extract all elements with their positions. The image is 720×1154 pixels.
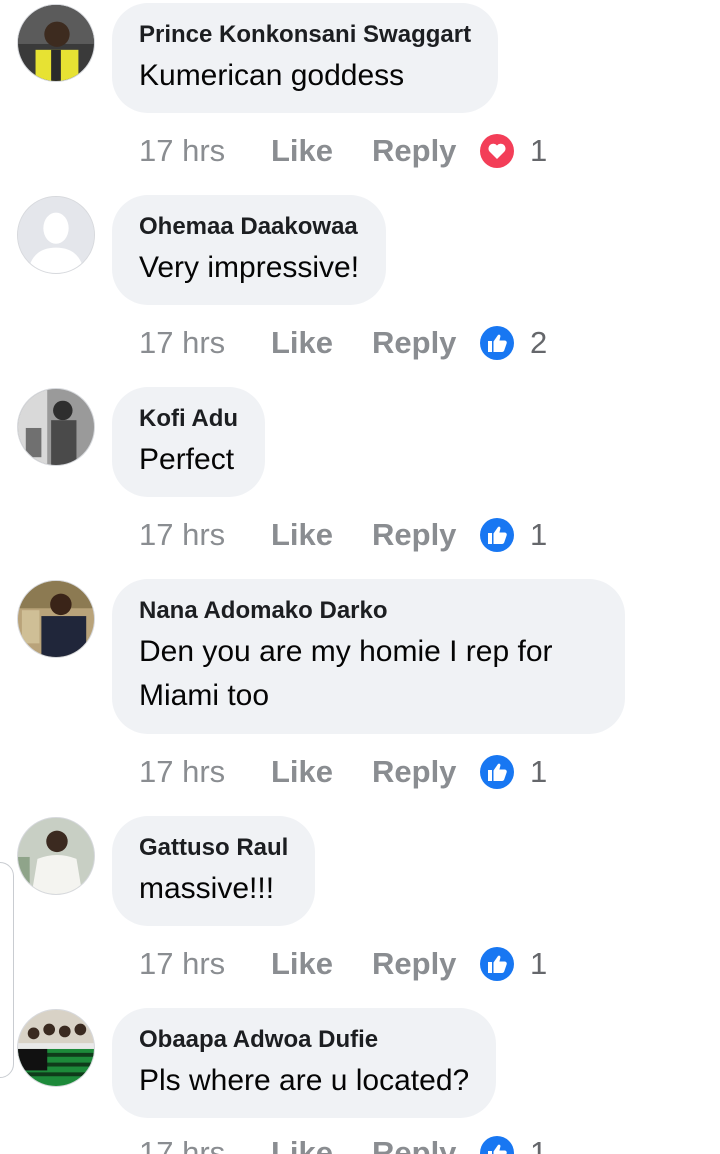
reaction-count[interactable]: 1 — [530, 517, 547, 553]
comment-text: Den you are my homie I rep for Miami too — [139, 635, 553, 712]
love-icon[interactable] — [480, 134, 514, 168]
reply-button[interactable]: Reply — [372, 325, 480, 361]
thumbs-up-icon[interactable] — [480, 947, 514, 981]
reply-button[interactable]: Reply — [372, 946, 480, 982]
like-button[interactable]: Like — [271, 325, 372, 361]
user-photo — [18, 818, 94, 894]
user-photo — [18, 5, 94, 81]
reply-button[interactable]: Reply — [372, 133, 480, 169]
like-button[interactable]: Like — [271, 517, 372, 553]
user-photo — [18, 389, 94, 465]
comment-actions: 17 hrs Like Reply 1 — [139, 752, 547, 792]
comment-time[interactable]: 17 hrs — [139, 517, 271, 553]
comment-bubble: Obaapa Adwoa Dufie Pls where are u locat… — [112, 1008, 497, 1118]
comment-author[interactable]: Prince Konkonsani Swaggart — [139, 20, 471, 50]
comment-bubble: Nana Adomako Darko Den you are my homie … — [112, 579, 625, 734]
like-button[interactable]: Like — [271, 754, 372, 790]
reaction-count[interactable]: 1 — [530, 754, 547, 790]
reaction-count[interactable]: 1 — [530, 1135, 547, 1154]
comment-text: Pls where are u located? — [139, 1064, 470, 1097]
comment-actions: 17 hrs Like Reply 2 — [139, 323, 547, 363]
avatar[interactable] — [17, 817, 95, 895]
comment-actions: 17 hrs Like Reply 1 — [139, 131, 547, 171]
reaction-count[interactable]: 1 — [530, 946, 547, 982]
thumbs-up-icon[interactable] — [480, 326, 514, 360]
comment-bubble: Kofi Adu Perfect — [112, 387, 266, 497]
thumbs-up-icon[interactable] — [480, 1136, 514, 1154]
comment-bubble: Gattuso Raul massive!!! — [112, 816, 316, 926]
comment-bubble: Prince Konkonsani Swaggart Kumerican god… — [112, 3, 499, 113]
user-photo — [18, 581, 94, 657]
comment-text: Kumerican goddess — [139, 59, 405, 92]
comment-time[interactable]: 17 hrs — [139, 325, 271, 361]
comment-actions: 17 hrs Like Reply 1 — [139, 944, 547, 984]
comment-actions: 17 hrs Like Reply 1 — [139, 1133, 547, 1154]
comment-author[interactable]: Gattuso Raul — [139, 833, 288, 863]
comment-bubble: Ohemaa Daakowaa Very impressive! — [112, 195, 387, 305]
comment-time[interactable]: 17 hrs — [139, 754, 271, 790]
like-button[interactable]: Like — [271, 1135, 372, 1154]
user-photo — [18, 1010, 94, 1086]
comment-time[interactable]: 17 hrs — [139, 133, 271, 169]
avatar[interactable] — [17, 1009, 95, 1087]
avatar[interactable] — [17, 580, 95, 658]
side-panel-edge — [0, 862, 14, 1078]
comment-time[interactable]: 17 hrs — [139, 1135, 271, 1154]
reaction-count[interactable]: 2 — [530, 325, 547, 361]
default-avatar-icon — [18, 197, 94, 273]
comment-text: Very impressive! — [139, 251, 360, 284]
comment-author[interactable]: Nana Adomako Darko — [139, 596, 598, 626]
comment-author[interactable]: Ohemaa Daakowaa — [139, 212, 359, 242]
thumbs-up-icon[interactable] — [480, 518, 514, 552]
comment-author[interactable]: Obaapa Adwoa Dufie — [139, 1025, 469, 1055]
comment-actions-clip: 17 hrs Like Reply 1 — [139, 1133, 559, 1154]
comment-text: Perfect — [139, 443, 235, 476]
avatar[interactable] — [17, 388, 95, 466]
reply-button[interactable]: Reply — [372, 1135, 480, 1154]
comment-actions: 17 hrs Like Reply 1 — [139, 515, 547, 555]
reply-button[interactable]: Reply — [372, 754, 480, 790]
reaction-count[interactable]: 1 — [530, 133, 547, 169]
thumbs-up-icon[interactable] — [480, 755, 514, 789]
avatar[interactable] — [17, 4, 95, 82]
like-button[interactable]: Like — [271, 946, 372, 982]
like-button[interactable]: Like — [271, 133, 372, 169]
comment-author[interactable]: Kofi Adu — [139, 404, 238, 434]
comment-text: massive!!! — [139, 872, 275, 905]
comment-time[interactable]: 17 hrs — [139, 946, 271, 982]
reply-button[interactable]: Reply — [372, 517, 480, 553]
avatar[interactable] — [17, 196, 95, 274]
